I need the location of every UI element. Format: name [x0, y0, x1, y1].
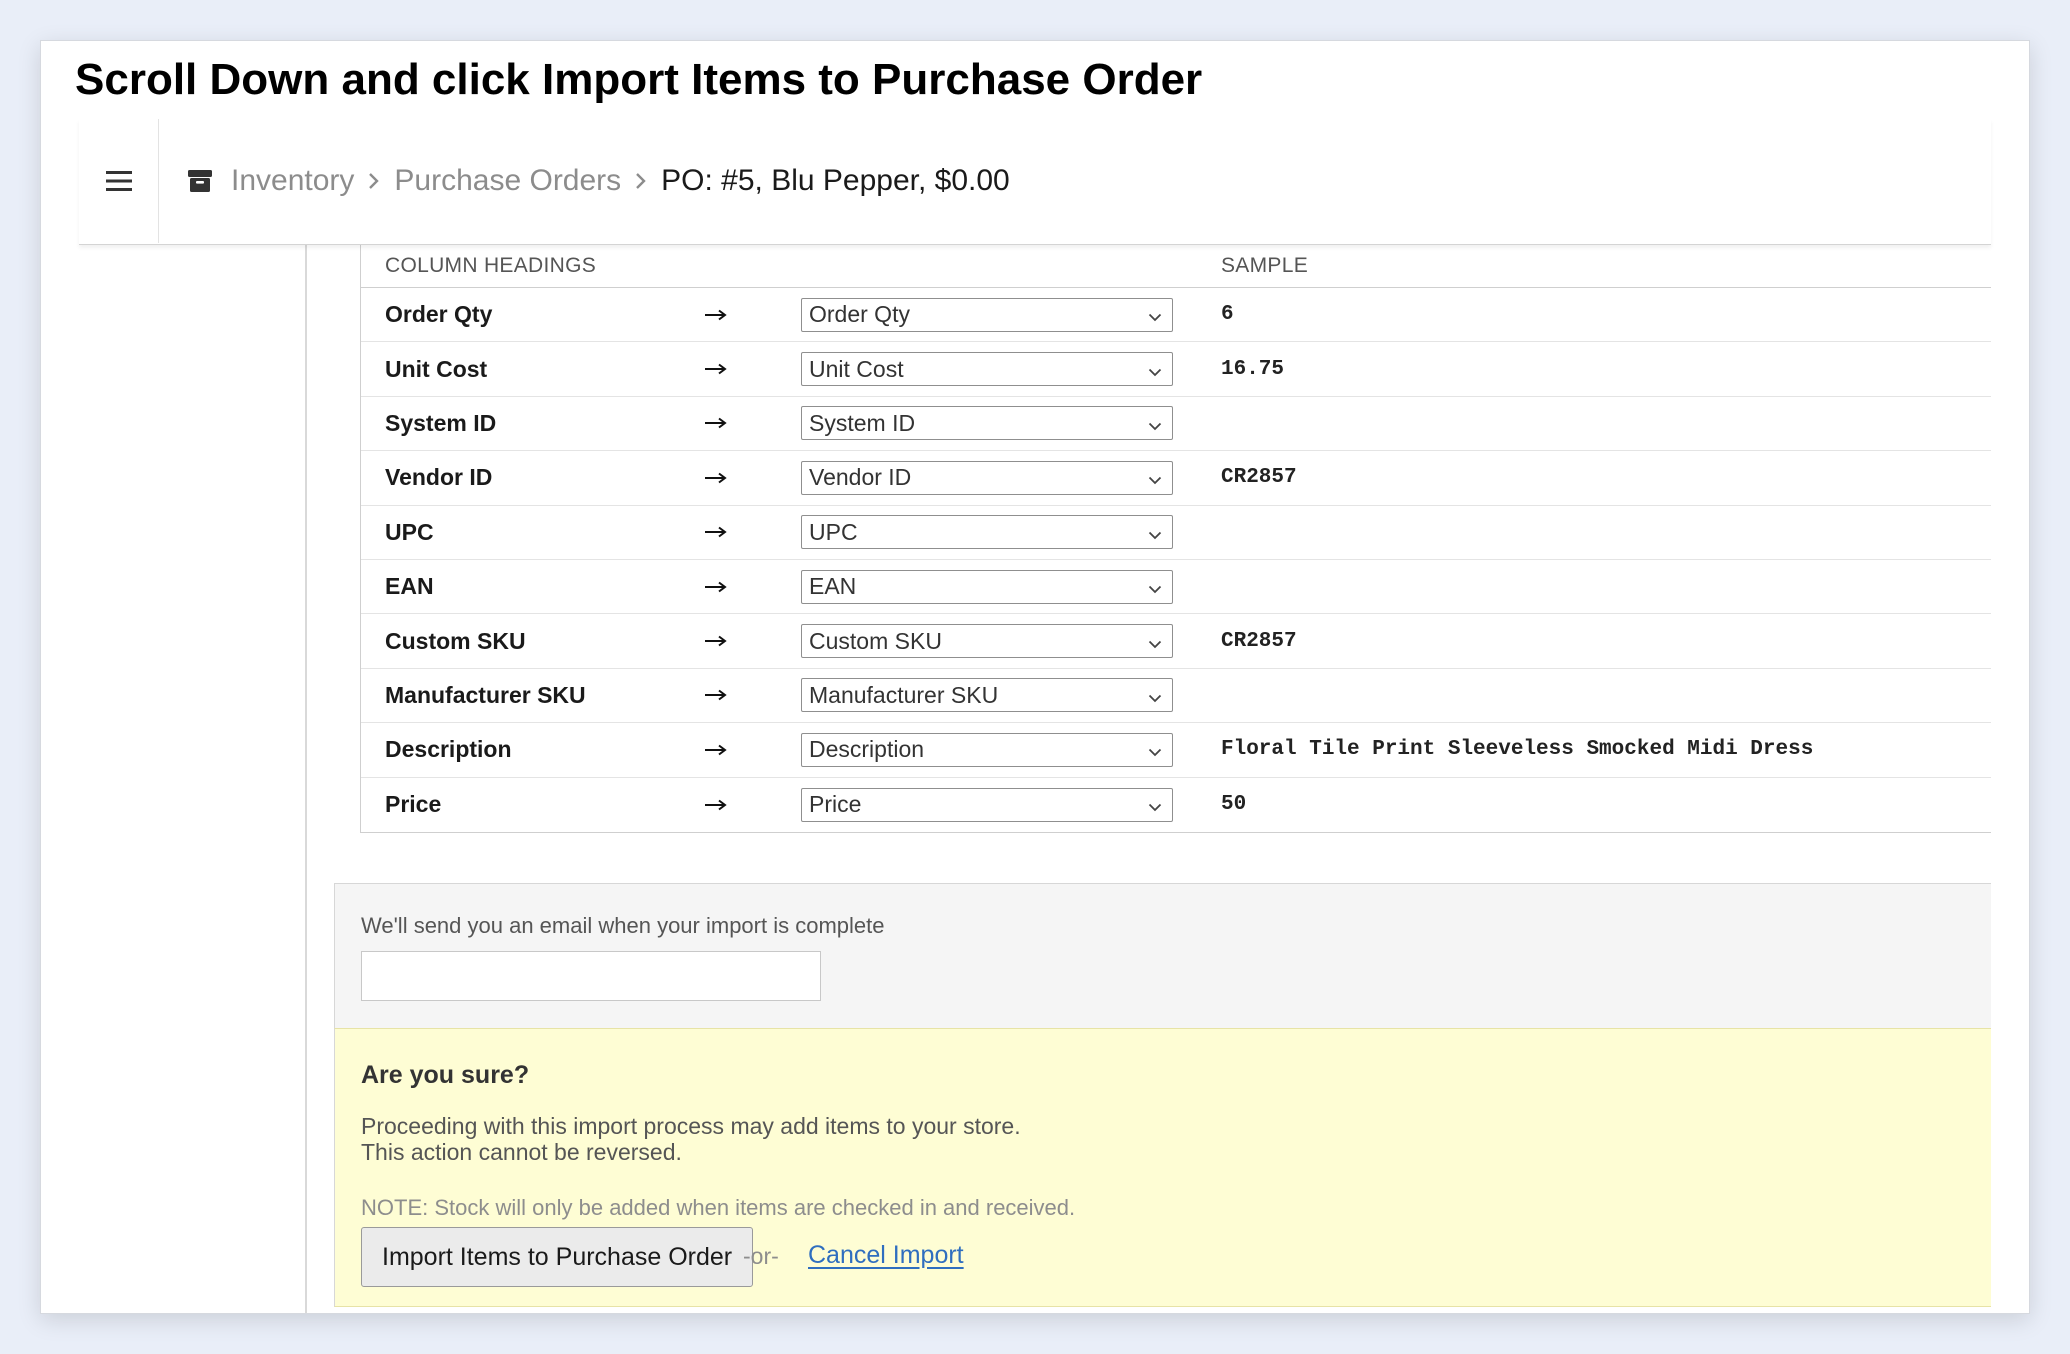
- right-arrow-icon: [699, 744, 801, 756]
- sample-value-custom-sku: CR2857: [1221, 629, 1297, 653]
- chevron-down-icon: [1148, 301, 1162, 328]
- or-separator: -or-: [743, 1243, 779, 1269]
- sample-value-order-qty: 6: [1221, 303, 1234, 327]
- column-headings-header: COLUMN HEADINGS: [385, 254, 597, 277]
- mapping-select-ean[interactable]: EAN: [801, 569, 1173, 604]
- mapping-select-description[interactable]: Description: [801, 732, 1173, 767]
- right-arrow-icon: [699, 309, 801, 321]
- archive-box-icon: [187, 168, 213, 194]
- sample-header: SAMPLE: [1221, 254, 1308, 277]
- menu-button[interactable]: [79, 119, 159, 243]
- sample-value-description: Floral Tile Print Sleeveless Smocked Mid…: [1221, 738, 1814, 762]
- confirm-title: Are you sure?: [361, 1061, 530, 1089]
- email-label: We'll send you an email when your import…: [361, 913, 885, 938]
- sample-value-price: 50: [1221, 793, 1247, 817]
- sample-value-vendor-id: CR2857: [1221, 466, 1297, 490]
- chevron-down-icon: [1148, 519, 1162, 546]
- column-name-description: Description: [385, 736, 512, 763]
- chevron-down-icon: [1148, 628, 1162, 655]
- right-arrow-icon: [699, 417, 801, 429]
- right-arrow-icon: [699, 689, 801, 701]
- mapping-select-value: EAN: [809, 573, 857, 600]
- chevron-down-icon: [1148, 791, 1162, 818]
- chevron-down-icon: [1148, 464, 1162, 491]
- mapping-select-unit-cost[interactable]: Unit Cost: [801, 352, 1173, 387]
- mapping-select-price[interactable]: Price: [801, 787, 1173, 822]
- mapping-select-value: Custom SKU: [809, 627, 942, 654]
- right-arrow-icon: [699, 363, 801, 375]
- mapping-select-value: System ID: [809, 409, 916, 436]
- column-name-manufacturer-sku: Manufacturer SKU: [385, 681, 586, 708]
- mapping-select-vendor-id[interactable]: Vendor ID: [801, 460, 1173, 495]
- mapping-select-value: UPC: [809, 518, 858, 545]
- confirm-warning-line-2: This action cannot be reversed.: [361, 1139, 682, 1165]
- table-row: Unit Cost Unit Cost 16.75: [361, 342, 1991, 397]
- table-body: Order Qty Order Qty 6 Unit Cost Unit Cost 16.…: [361, 288, 1991, 832]
- breadcrumb: Inventory Purchase Orders PO: #5, Blu Pe…: [187, 119, 1010, 243]
- table-row: UPC UPC: [361, 506, 1991, 560]
- table-row: Order Qty Order Qty 6: [361, 288, 1991, 343]
- mapping-select-value: Manufacturer SKU: [809, 681, 999, 708]
- table-header: COLUMN HEADINGS SAMPLE: [361, 245, 1991, 288]
- hamburger-menu-icon: [105, 171, 132, 191]
- column-name-ean: EAN: [385, 573, 434, 600]
- table-row: System ID System ID: [361, 397, 1991, 452]
- mapping-select-value: Price: [809, 791, 862, 818]
- column-name-system-id: System ID: [385, 409, 497, 436]
- instruction-title: Scroll Down and click Import Items to Pu…: [75, 55, 1203, 104]
- chevron-down-icon: [1148, 682, 1162, 709]
- mapping-select-upc[interactable]: UPC: [801, 515, 1173, 550]
- mapping-select-custom-sku[interactable]: Custom SKU: [801, 624, 1173, 659]
- email-notification-panel: We'll send you an email when your import…: [334, 883, 1991, 1028]
- mapping-select-value: Unit Cost: [809, 355, 904, 382]
- column-mapping-table: COLUMN HEADINGS SAMPLE Order Qty Order Qt…: [360, 245, 1991, 833]
- table-row: Custom SKU Custom SKU CR2857: [361, 614, 1991, 669]
- right-arrow-icon: [699, 472, 801, 484]
- email-input[interactable]: [361, 951, 821, 1001]
- mapping-select-manufacturer-sku[interactable]: Manufacturer SKU: [801, 678, 1173, 713]
- breadcrumb-purchase-orders[interactable]: Purchase Orders: [394, 164, 621, 198]
- column-name-custom-sku: Custom SKU: [385, 627, 526, 654]
- sample-value-unit-cost: 16.75: [1221, 357, 1285, 381]
- screenshot-card: Scroll Down and click Import Items to Pu…: [40, 40, 2030, 1314]
- table-row: Description Description Floral Tile Print …: [361, 723, 1991, 778]
- column-name-unit-cost: Unit Cost: [385, 355, 488, 382]
- right-arrow-icon: [699, 799, 801, 811]
- confirm-warning-line-1: Proceeding with this import process may …: [361, 1113, 1021, 1139]
- right-arrow-icon: [699, 526, 801, 538]
- mapping-select-value: Description: [809, 736, 925, 763]
- mapping-select-value: Order Qty: [809, 301, 910, 328]
- column-name-order-qty: Order Qty: [385, 301, 493, 328]
- chevron-right-icon: [635, 172, 647, 190]
- mapping-select-value: Vendor ID: [809, 464, 912, 491]
- import-items-button[interactable]: Import Items to Purchase Order: [361, 1227, 754, 1287]
- import-content: COLUMN HEADINGS SAMPLE Order Qty Order Qt…: [334, 245, 1991, 1307]
- chevron-down-icon: [1148, 356, 1162, 383]
- cancel-import-link[interactable]: Cancel Import: [808, 1241, 964, 1270]
- chevron-right-icon: [368, 172, 380, 190]
- breadcrumb-inventory[interactable]: Inventory: [231, 164, 354, 198]
- table-row: Manufacturer SKU Manufacturer SKU: [361, 669, 1991, 724]
- column-name-price: Price: [385, 791, 442, 818]
- top-navigation-bar: Inventory Purchase Orders PO: #5, Blu Pe…: [79, 119, 1991, 245]
- right-arrow-icon: [699, 581, 801, 593]
- sidebar-divider: [305, 245, 307, 1313]
- table-row: Price Price 50: [361, 778, 1991, 832]
- table-row: EAN EAN: [361, 560, 1991, 615]
- column-name-upc: UPC: [385, 518, 434, 545]
- column-name-vendor-id: Vendor ID: [385, 464, 493, 491]
- chevron-down-icon: [1148, 736, 1162, 763]
- stock-note: NOTE: Stock will only be added when item…: [361, 1195, 1076, 1220]
- breadcrumb-current-po: PO: #5, Blu Pepper, $0.00: [661, 164, 1010, 197]
- chevron-down-icon: [1148, 410, 1162, 437]
- confirmation-panel: Are you sure? Proceeding with this impor…: [334, 1028, 1991, 1307]
- mapping-select-system-id[interactable]: System ID: [801, 406, 1173, 441]
- right-arrow-icon: [699, 635, 801, 647]
- table-row: Vendor ID Vendor ID CR2857: [361, 451, 1991, 506]
- mapping-select-order-qty[interactable]: Order Qty: [801, 297, 1173, 332]
- chevron-down-icon: [1148, 573, 1162, 600]
